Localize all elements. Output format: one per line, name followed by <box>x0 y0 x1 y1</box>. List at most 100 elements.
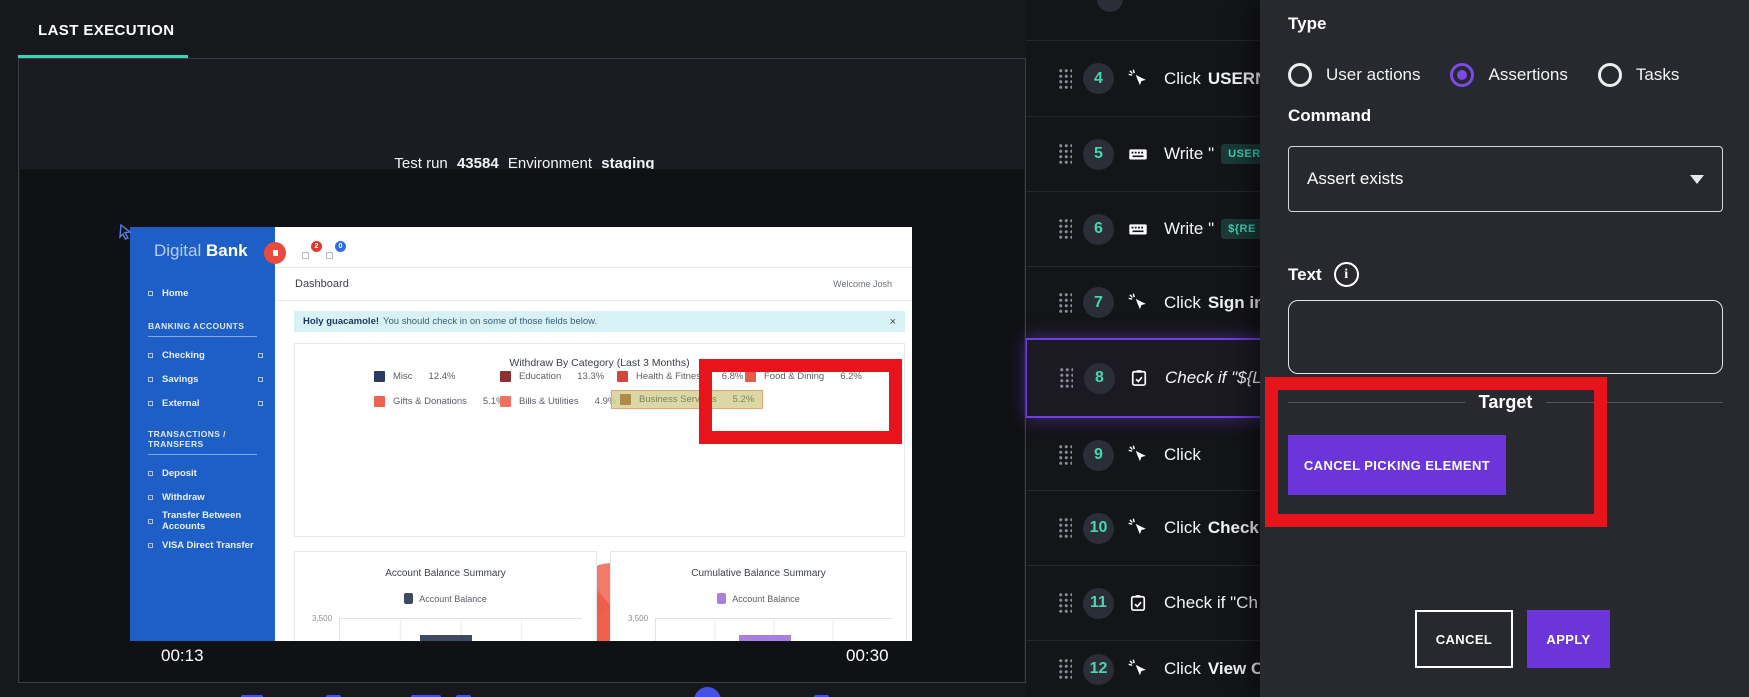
step-target-label: View C <box>1207 659 1264 678</box>
recording-click-indicator <box>264 242 286 264</box>
radio-circle-icon[interactable] <box>1288 63 1312 87</box>
step-action-label: Write " <box>1164 219 1215 238</box>
page-title: Dashboard <box>295 278 349 290</box>
bullet-icon <box>148 470 153 476</box>
bank-alert-banner: Holy guacamole! You should check in on s… <box>294 311 905 332</box>
nav-transfer-between-accounts[interactable]: Transfer Between Accounts <box>130 509 275 533</box>
drag-handle-icon[interactable] <box>1057 66 1072 91</box>
drag-handle-icon[interactable] <box>1058 366 1073 390</box>
card-title: Account Balance Summary <box>385 568 506 579</box>
nav-section-banking: BANKING ACCOUNTS <box>148 321 245 331</box>
drag-handle-icon[interactable] <box>1057 516 1072 540</box>
chart-title: Withdraw By Category (Last 3 Months) <box>509 357 690 369</box>
legend-swatch <box>500 396 511 407</box>
bar <box>420 635 472 641</box>
legend-item: Food & Dining 6.2% <box>745 371 862 382</box>
legend-swatch <box>374 371 385 382</box>
legend-item-picked-element[interactable]: Business Services 5.2% <box>611 390 764 409</box>
cumulative-balance-mini-chart: 3,500 <box>628 614 892 641</box>
cancel-button[interactable]: CANCEL <box>1415 610 1513 668</box>
step-number-badge: 6 <box>1083 213 1114 245</box>
welcome-text: Welcome Josh <box>833 279 892 289</box>
bank-sidebar: Digital Bank Home BANKING ACCOUNTS Check… <box>130 227 275 641</box>
command-dropdown[interactable]: Assert exists <box>1288 146 1723 212</box>
step-editor-panel: Type User actions Assertions Tasks Comma… <box>1260 0 1749 697</box>
account-balance-card: Account Balance Summary Account Balance … <box>294 551 597 641</box>
variable-badge: ${RE <box>1221 219 1263 239</box>
previous-step-bubble <box>1097 0 1123 12</box>
divider <box>148 336 257 337</box>
bar <box>739 635 791 641</box>
step-action-label: Click <box>1164 68 1201 88</box>
nav-withdraw[interactable]: Withdraw <box>130 485 275 509</box>
step-number-badge: 7 <box>1083 287 1114 318</box>
step-action-label: Write " <box>1164 144 1215 163</box>
nav-home[interactable]: Home <box>130 281 275 305</box>
step-target-label: USERN <box>1207 68 1268 88</box>
apply-button[interactable]: APPLY <box>1527 610 1610 668</box>
playhead-knob[interactable] <box>694 687 721 697</box>
legend-item: Education 13.3% <box>500 371 604 382</box>
divider <box>148 454 257 455</box>
bullet-icon <box>148 352 153 358</box>
assertion-icon <box>1127 593 1149 613</box>
cumulative-balance-card: Cumulative Balance Summary Account Balan… <box>610 551 907 641</box>
nav-savings[interactable]: Savings <box>130 367 275 391</box>
bank-main-area: Dashboard Welcome Josh Holy guacamole! Y… <box>275 227 912 641</box>
legend-item: Gifts & Donations 5.1% <box>374 396 505 407</box>
assertion-icon <box>1128 368 1150 388</box>
keyboard-icon <box>1127 218 1149 240</box>
execution-panel: Test run 43584 Environment staging This … <box>18 58 1026 697</box>
step-action-label: Click <box>1164 445 1201 464</box>
legend-swatch <box>374 396 385 407</box>
step-number-badge: 11 <box>1083 587 1114 619</box>
radio-assertions[interactable]: Assertions <box>1450 63 1568 87</box>
keyboard-icon <box>1127 143 1149 165</box>
drag-handle-icon[interactable] <box>1057 217 1072 241</box>
legend-swatch <box>404 593 414 604</box>
legend-swatch <box>617 371 628 382</box>
bullet-icon <box>148 290 153 296</box>
bank-logo: Digital Bank <box>130 227 275 261</box>
command-dropdown-value: Assert exists <box>1307 169 1404 188</box>
command-heading: Command <box>1288 106 1372 125</box>
step-target-label: Sign in <box>1207 292 1265 312</box>
text-input-area[interactable] <box>1288 300 1723 374</box>
axis-tick: 3,500 <box>312 614 333 623</box>
legend-item: Bills & Utilities 4.9% <box>500 396 616 407</box>
info-icon[interactable]: i <box>1333 262 1359 287</box>
bullet-icon <box>148 494 153 500</box>
account-balance-mini-chart: 3,500 <box>312 614 582 641</box>
drag-handle-icon[interactable] <box>1057 591 1072 615</box>
legend-swatch <box>620 394 631 405</box>
drag-handle-icon[interactable] <box>1057 142 1072 166</box>
nav-checking[interactable]: Checking <box>130 343 275 367</box>
nav-external[interactable]: External <box>130 391 275 415</box>
radio-circle-selected-icon[interactable] <box>1450 63 1475 87</box>
step-number-badge: 4 <box>1083 63 1114 94</box>
nav-deposit[interactable]: Deposit <box>130 461 275 485</box>
step-action-label: Check if "${L <box>1165 368 1262 387</box>
radio-circle-icon[interactable] <box>1597 63 1622 87</box>
step-action-label: Click <box>1164 659 1201 678</box>
target-section-heading: Target <box>1288 392 1723 413</box>
legend-swatch <box>500 371 511 382</box>
legend-item: Misc 12.4% <box>374 371 455 382</box>
step-action-label: Click <box>1164 518 1201 537</box>
cancel-picking-element-button[interactable]: CANCEL PICKING ELEMENT <box>1288 435 1506 495</box>
nav-section-transactions: TRANSACTIONS / TRANSFERS <box>148 429 226 449</box>
nav-visa-direct-transfer[interactable]: VISA Direct Transfer <box>130 533 275 557</box>
app-window: LAST EXECUTION Test run 43584 Environmen… <box>0 0 1749 697</box>
radio-user-actions[interactable]: User actions <box>1288 63 1420 87</box>
drag-handle-icon[interactable] <box>1057 443 1072 467</box>
cursor-click-icon <box>1127 292 1149 314</box>
alert-bold-text: Holy guacamole! <box>303 316 380 327</box>
tab-last-execution[interactable]: LAST EXECUTION <box>38 22 174 39</box>
drag-handle-icon[interactable] <box>1057 657 1072 681</box>
radio-tasks[interactable]: Tasks <box>1597 63 1680 87</box>
radio-label: Tasks <box>1635 65 1680 84</box>
legend-swatch <box>717 593 727 604</box>
drag-handle-icon[interactable] <box>1057 290 1072 315</box>
bank-logo-bold: Bank <box>205 241 248 260</box>
alert-close-icon[interactable]: × <box>890 316 896 328</box>
